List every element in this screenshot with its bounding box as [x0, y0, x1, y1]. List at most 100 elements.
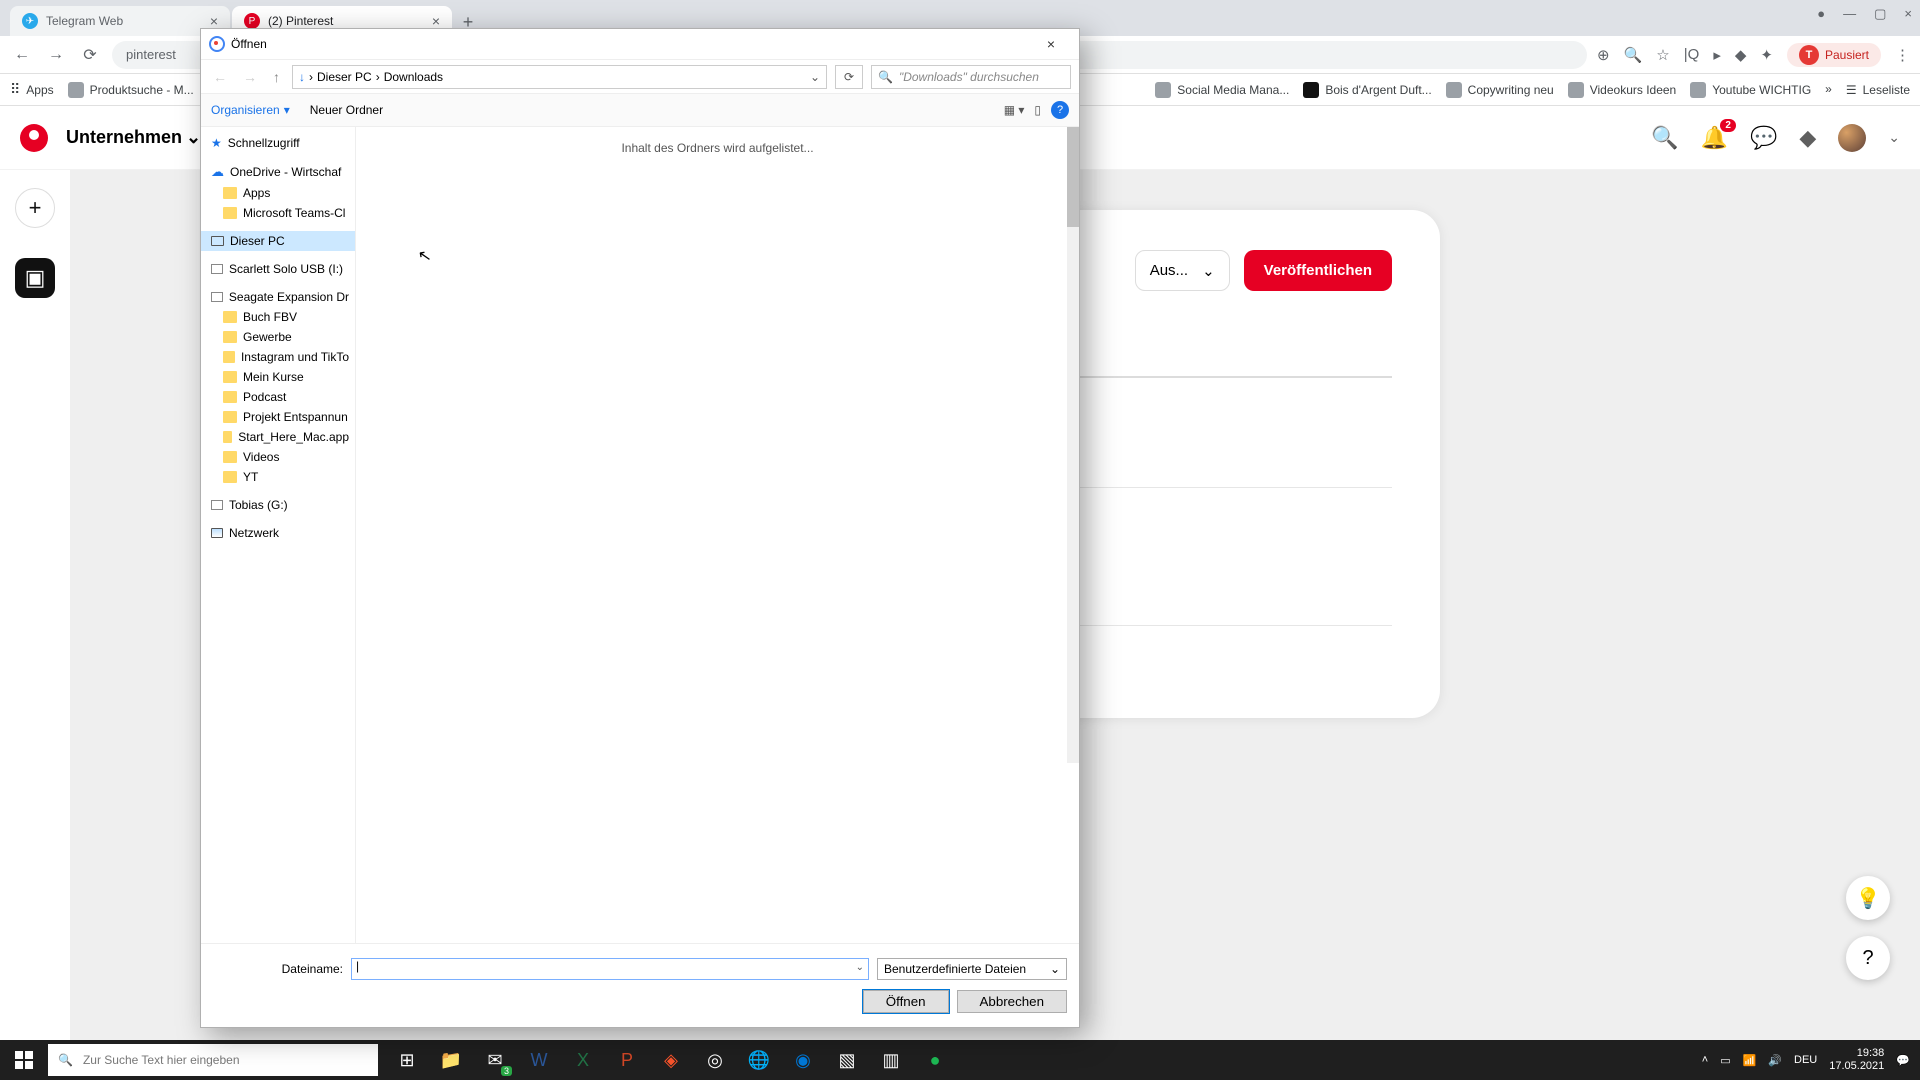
nav-back-icon[interactable]: ←: [209, 69, 231, 85]
notifications-icon[interactable]: 🔔2: [1701, 125, 1728, 151]
app-icon[interactable]: ▧: [826, 1040, 868, 1080]
puzzle-icon[interactable]: ✦: [1760, 46, 1773, 64]
reading-list[interactable]: ☰Leseliste: [1846, 82, 1910, 98]
updates-icon[interactable]: ◆: [1799, 125, 1816, 151]
ext-icon[interactable]: ▸: [1713, 46, 1721, 64]
crumb-downloads[interactable]: Downloads: [384, 70, 443, 84]
tree-folder[interactable]: Microsoft Teams-Cl: [201, 203, 355, 223]
spotify-icon[interactable]: ●: [914, 1040, 956, 1080]
file-list-pane[interactable]: Inhalt des Ordners wird aufgelistet...: [356, 127, 1079, 943]
tree-network[interactable]: Netzwerk: [201, 523, 355, 543]
dialog-close-button[interactable]: ×: [1031, 36, 1071, 52]
bookmark-item[interactable]: Copywriting neu: [1446, 82, 1554, 98]
powerpoint-icon[interactable]: P: [606, 1040, 648, 1080]
obs-icon[interactable]: ◎: [694, 1040, 736, 1080]
nav-up-icon[interactable]: ↑: [269, 69, 284, 85]
tree-folder[interactable]: Projekt Entspannun: [201, 407, 355, 427]
chevron-down-icon[interactable]: ⌄: [1888, 129, 1900, 146]
pinterest-logo-icon[interactable]: [20, 124, 48, 152]
breadcrumb-bar[interactable]: ↓ › Dieser PC › Downloads ⌄: [292, 65, 827, 89]
tree-folder[interactable]: Podcast: [201, 387, 355, 407]
clock[interactable]: 19:38 17.05.2021: [1829, 1047, 1884, 1073]
wifi-icon[interactable]: 📶: [1743, 1054, 1757, 1067]
scrollbar[interactable]: [1067, 127, 1079, 763]
pin-draft-button[interactable]: ▣: [15, 258, 55, 298]
tree-onedrive[interactable]: ☁OneDrive - Wirtschaf: [201, 161, 355, 183]
chrome-icon[interactable]: 🌐: [738, 1040, 780, 1080]
back-button[interactable]: ←: [10, 46, 34, 64]
search-icon[interactable]: 🔍: [1651, 125, 1678, 151]
close-icon[interactable]: ×: [432, 13, 440, 29]
create-pin-button[interactable]: +: [15, 188, 55, 228]
ideas-button[interactable]: 💡: [1846, 876, 1890, 920]
tree-drive[interactable]: Tobias (G:): [201, 495, 355, 515]
close-icon[interactable]: ×: [210, 13, 218, 29]
crumb-segment[interactable]: ›: [309, 70, 313, 84]
apps-button[interactable]: ⠿Apps: [10, 81, 54, 98]
tray-chevron-icon[interactable]: ˄: [1702, 1054, 1708, 1066]
crumb-this-pc[interactable]: Dieser PC: [317, 70, 372, 84]
bookmark-item[interactable]: Youtube WICHTIG: [1690, 82, 1811, 98]
star-icon[interactable]: ☆: [1656, 46, 1669, 64]
nav-forward-icon[interactable]: →: [239, 69, 261, 85]
view-options-button[interactable]: ▦ ▾: [1004, 103, 1025, 117]
install-icon[interactable]: ⊕: [1597, 46, 1610, 64]
close-window-icon[interactable]: ×: [1904, 6, 1912, 22]
open-button[interactable]: Öffnen: [863, 990, 949, 1013]
business-menu[interactable]: Unternehmen⌄: [66, 127, 201, 148]
new-folder-button[interactable]: Neuer Ordner: [310, 103, 383, 117]
tree-this-pc[interactable]: Dieser PC: [201, 231, 355, 251]
pin-ext-icon[interactable]: |Q: [1684, 46, 1700, 63]
tree-folder[interactable]: Start_Here_Mac.app: [201, 427, 355, 447]
folder-tree[interactable]: ★Schnellzugriff ☁OneDrive - Wirtschaf Ap…: [201, 127, 356, 943]
zoom-icon[interactable]: 🔍: [1624, 46, 1643, 64]
tree-folder[interactable]: YT: [201, 467, 355, 487]
edge-icon[interactable]: ◉: [782, 1040, 824, 1080]
dot-icon[interactable]: ●: [1817, 6, 1825, 22]
tree-drive[interactable]: Scarlett Solo USB (I:): [201, 259, 355, 279]
language-indicator[interactable]: DEU: [1794, 1054, 1817, 1066]
help-button[interactable]: ?: [1846, 936, 1890, 980]
tree-drive[interactable]: Seagate Expansion Dr: [201, 287, 355, 307]
tree-folder[interactable]: Buch FBV: [201, 307, 355, 327]
dialog-search-input[interactable]: 🔍 "Downloads" durchsuchen: [871, 65, 1071, 89]
notepad-icon[interactable]: ▥: [870, 1040, 912, 1080]
messages-icon[interactable]: 💬: [1750, 125, 1777, 151]
bookmark-item[interactable]: Social Media Mana...: [1155, 82, 1289, 98]
start-button[interactable]: [0, 1040, 48, 1080]
tree-folder[interactable]: Mein Kurse: [201, 367, 355, 387]
preview-pane-button[interactable]: ▯: [1034, 103, 1041, 117]
brave-icon[interactable]: ◈: [650, 1040, 692, 1080]
tree-quick-access[interactable]: ★Schnellzugriff: [201, 133, 355, 153]
tree-folder[interactable]: Gewerbe: [201, 327, 355, 347]
tree-folder[interactable]: Videos: [201, 447, 355, 467]
reload-button[interactable]: ⟳: [78, 45, 102, 65]
ext2-icon[interactable]: ◆: [1735, 46, 1747, 64]
menu-icon[interactable]: ⋮: [1895, 46, 1910, 64]
tree-folder[interactable]: Instagram und TikTo: [201, 347, 355, 367]
board-select[interactable]: Aus...⌄: [1135, 250, 1230, 291]
battery-icon[interactable]: ▭: [1720, 1054, 1730, 1067]
mail-icon[interactable]: ✉: [474, 1040, 516, 1080]
excel-icon[interactable]: X: [562, 1040, 604, 1080]
bookmark-item[interactable]: Videokurs Ideen: [1568, 82, 1677, 98]
cancel-button[interactable]: Abbrechen: [957, 990, 1067, 1013]
publish-button[interactable]: Veröffentlichen: [1244, 250, 1392, 291]
forward-button[interactable]: →: [44, 46, 68, 64]
volume-icon[interactable]: 🔊: [1768, 1054, 1782, 1067]
word-icon[interactable]: W: [518, 1040, 560, 1080]
minimize-icon[interactable]: —: [1843, 6, 1856, 22]
profile-paused[interactable]: T Pausiert: [1787, 43, 1881, 67]
filename-input[interactable]: |⌄: [351, 958, 869, 980]
task-view-icon[interactable]: ⊞: [386, 1040, 428, 1080]
filetype-select[interactable]: Benutzerdefinierte Dateien⌄: [877, 958, 1067, 980]
tab-telegram[interactable]: ✈ Telegram Web ×: [10, 6, 230, 36]
help-icon[interactable]: ?: [1051, 101, 1069, 119]
chevron-down-icon[interactable]: ⌄: [856, 962, 864, 973]
refresh-button[interactable]: ⟳: [835, 65, 863, 89]
taskbar-search[interactable]: 🔍Zur Suche Text hier eingeben: [48, 1044, 378, 1076]
chevron-down-icon[interactable]: ⌄: [810, 70, 820, 84]
user-avatar[interactable]: [1838, 124, 1866, 152]
organize-menu[interactable]: Organisieren ▾: [211, 103, 290, 117]
notification-center-icon[interactable]: 💬: [1896, 1054, 1910, 1067]
